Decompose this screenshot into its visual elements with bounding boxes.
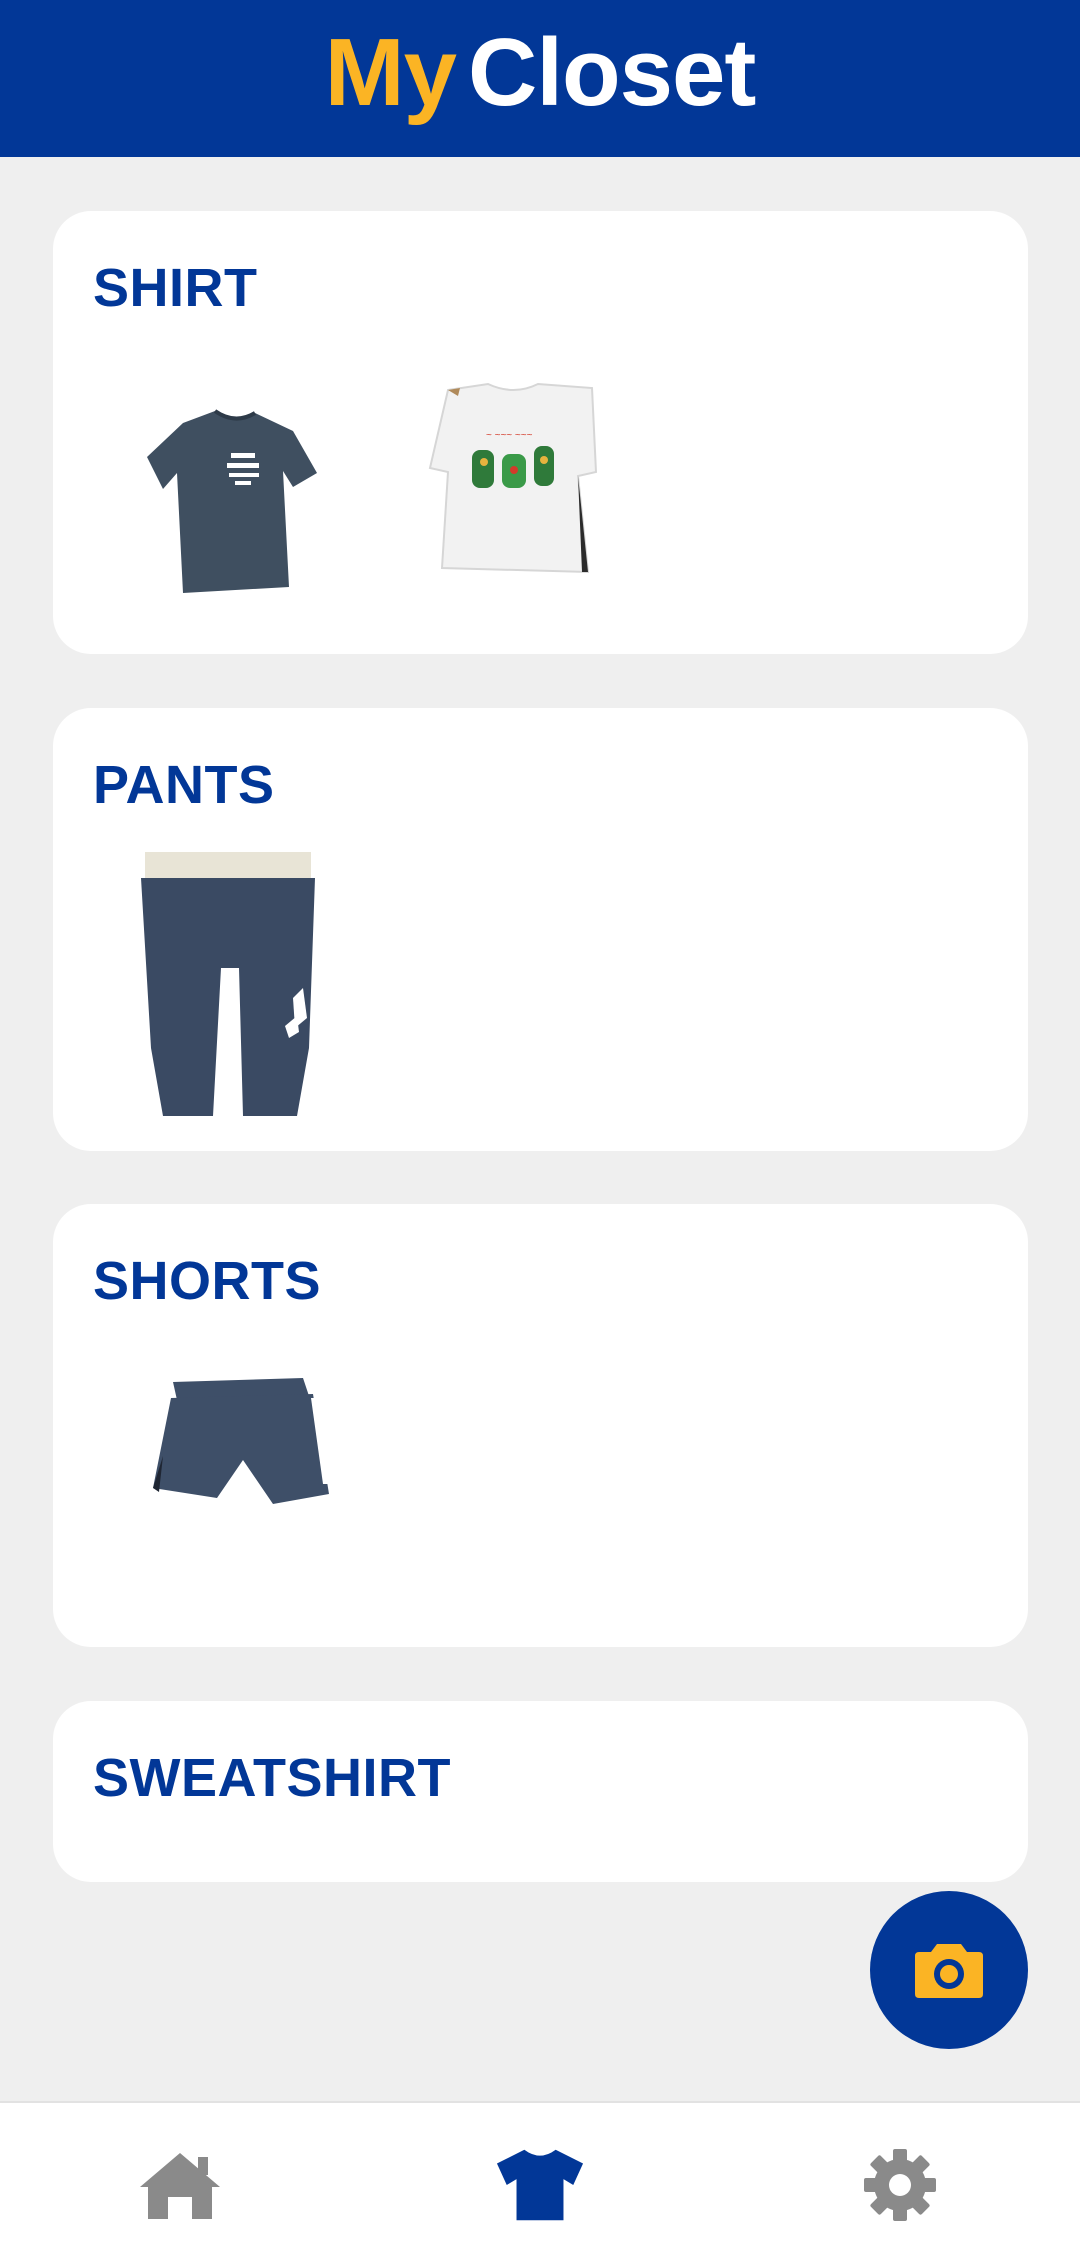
camera-icon (915, 1944, 983, 1998)
title-my: My (324, 18, 457, 126)
navy-sweatpants-image (141, 852, 315, 1116)
closet-item-shirt-1[interactable] (143, 401, 323, 601)
category-title-shirt: SHIRT (93, 258, 258, 318)
bottom-navigation (0, 2101, 1080, 2261)
nav-home[interactable] (135, 2145, 225, 2225)
nav-closet[interactable] (495, 2145, 585, 2225)
gear-icon (864, 2149, 936, 2221)
page-title: My Closet (325, 24, 757, 121)
closet-item-shorts-1[interactable] (133, 1374, 333, 1534)
tshirt-icon (496, 2149, 584, 2221)
category-card-shorts: SHORTS (53, 1204, 1028, 1647)
app-header: My Closet (0, 0, 1080, 157)
nav-settings[interactable] (855, 2145, 945, 2225)
title-closet: Closet (467, 18, 756, 126)
white-tshirt-image: ~ ~~~ ~~~ (428, 382, 598, 574)
category-card-pants: PANTS (53, 708, 1028, 1151)
category-title-pants: PANTS (93, 755, 275, 815)
closet-item-pants-1[interactable] (133, 848, 323, 1118)
category-card-shirt: SHIRT ~ ~~~ ~~~ (53, 211, 1028, 654)
home-icon (140, 2153, 220, 2219)
navy-shorts-image (153, 1378, 329, 1504)
category-title-shorts: SHORTS (93, 1251, 322, 1311)
camera-button[interactable] (870, 1891, 1028, 2049)
category-title-sweatshirt: SWEATSHIRT (93, 1748, 451, 1808)
svg-text:~ ~~~ ~~~: ~ ~~~ ~~~ (486, 430, 533, 441)
closet-item-shirt-2[interactable]: ~ ~~~ ~~~ (428, 376, 608, 576)
category-card-sweatshirt: SWEATSHIRT (53, 1701, 1028, 1882)
dark-gray-tshirt-image (147, 409, 317, 593)
